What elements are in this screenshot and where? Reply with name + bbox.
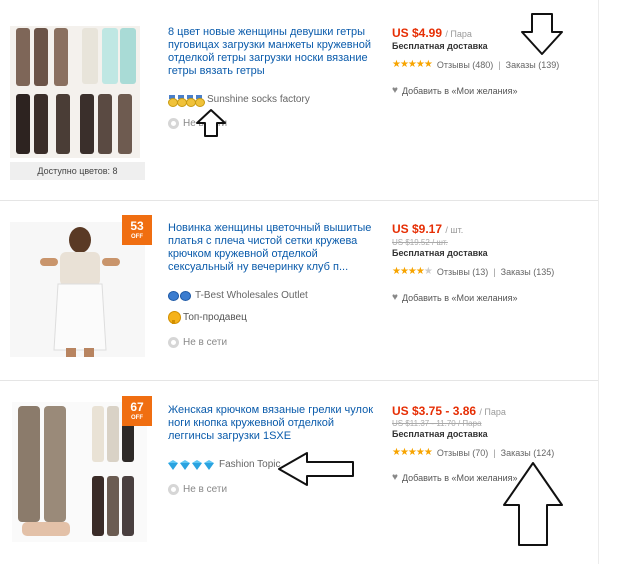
- seller-medal-icons: [168, 94, 205, 107]
- colors-available: Доступно цветов: 8: [10, 162, 145, 180]
- arrow-left-icon: [278, 452, 354, 486]
- top-seller-medal-icon: [168, 311, 181, 324]
- online-status-3: Не в сети: [168, 484, 227, 495]
- product-image-1[interactable]: [10, 26, 140, 158]
- stars-icon: ★★★★★: [392, 266, 433, 277]
- orders-link-1[interactable]: Заказы (139): [506, 60, 560, 70]
- stars-icon: ★★★★★: [392, 59, 433, 70]
- product-card-1: Доступно цветов: 8 8 цвет новые женщины …: [0, 0, 600, 200]
- arrow-down-icon: [521, 13, 563, 55]
- product-title-1[interactable]: 8 цвет новые женщины девушки гетры пугов…: [168, 26, 378, 78]
- price-2: US $9.17 / шт.: [392, 222, 464, 236]
- offline-icon: [168, 118, 179, 129]
- wishlist-button-2[interactable]: ♥ Добавить в «Мои желания»: [392, 292, 518, 303]
- rating-2: ★★★★ ★ Отзывы (13) | Заказы (135): [392, 266, 555, 277]
- product-listing: Доступно цветов: 8 8 цвет новые женщины …: [0, 0, 640, 564]
- arrow-up-large-icon: [503, 462, 563, 546]
- price-1: US $4.99 / Пара: [392, 26, 472, 40]
- product-title-2[interactable]: Новинка женщины цветочный вышитые платья…: [168, 222, 378, 274]
- reviews-link-3[interactable]: Отзывы (70): [437, 448, 488, 458]
- old-price-3: US $11.37 - 11.70 / Пара: [392, 419, 482, 428]
- heart-icon: ♥: [392, 472, 398, 483]
- reviews-link-2[interactable]: Отзывы (13): [437, 267, 488, 277]
- seller-diamond-icons: [168, 459, 215, 470]
- seller-crown-icons: [168, 290, 191, 301]
- product-card-2: 53 OFF Новинка женщины цветочный вышитые…: [0, 200, 600, 380]
- heart-icon: ♥: [392, 85, 398, 96]
- price-3: US $3.75 - 3.86 / Пара: [392, 404, 506, 418]
- stars-icon: ★★★★★: [392, 447, 433, 458]
- seller-name-2[interactable]: T-Best Wholesales Outlet: [195, 290, 308, 301]
- seller-2[interactable]: T-Best Wholesales Outlet: [168, 290, 308, 301]
- shipping-1: Бесплатная доставка: [392, 41, 488, 51]
- wishlist-button-3[interactable]: ♥ Добавить в «Мои желания»: [392, 472, 518, 483]
- seller-1[interactable]: Sunshine socks factory: [168, 94, 310, 107]
- arrow-up-icon: [196, 109, 226, 137]
- orders-link-2[interactable]: Заказы (135): [501, 267, 555, 277]
- seller-name-3[interactable]: Fashion Topic: [219, 459, 281, 470]
- old-price-2: US $19.52 / шт.: [392, 238, 448, 247]
- discount-badge-2: 53 OFF: [122, 215, 152, 245]
- offline-icon: [168, 484, 179, 495]
- seller-name-1[interactable]: Sunshine socks factory: [207, 94, 310, 105]
- reviews-link-1[interactable]: Отзывы (480): [437, 60, 493, 70]
- rating-3: ★★★★★ Отзывы (70) | Заказы (124): [392, 447, 555, 458]
- discount-badge-3: 67 OFF: [122, 396, 152, 426]
- product-title-3[interactable]: Женская крючком вязаные грелки чулок ног…: [168, 404, 378, 443]
- wishlist-button-1[interactable]: ♥ Добавить в «Мои желания»: [392, 85, 518, 96]
- online-status-2: Не в сети: [168, 337, 227, 348]
- shipping-3: Бесплатная доставка: [392, 429, 488, 439]
- heart-icon: ♥: [392, 292, 398, 303]
- orders-link-3[interactable]: Заказы (124): [501, 448, 555, 458]
- offline-icon: [168, 337, 179, 348]
- shipping-2: Бесплатная доставка: [392, 248, 488, 258]
- top-seller-2: Топ-продавец: [168, 311, 247, 324]
- seller-3[interactable]: Fashion Topic: [168, 459, 281, 470]
- rating-1: ★★★★★ Отзывы (480) | Заказы (139): [392, 59, 560, 70]
